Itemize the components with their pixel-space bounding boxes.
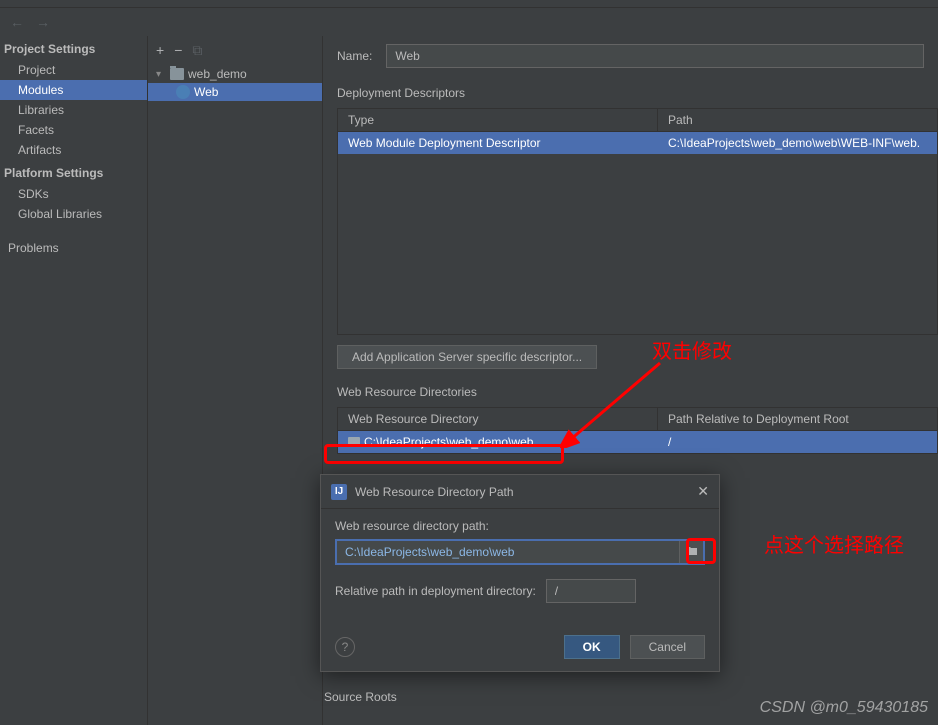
deployment-descriptors-table: Type Path Web Module Deployment Descript… — [337, 108, 938, 335]
wrd-cell-rel: / — [658, 431, 937, 453]
cancel-button[interactable]: Cancel — [630, 635, 705, 659]
sidebar-item-modules[interactable]: Modules — [0, 80, 147, 100]
wrd-table-row[interactable]: C:\IdeaProjects\web_demo\web / — [338, 431, 937, 453]
dd-header-path: Path — [658, 109, 937, 131]
close-icon[interactable]: ✕ — [697, 483, 709, 500]
project-settings-header: Project Settings — [0, 36, 147, 60]
path-input[interactable] — [337, 541, 679, 563]
tree-root-web-demo[interactable]: ▾ web_demo — [148, 65, 322, 83]
help-icon[interactable]: ? — [335, 637, 355, 657]
nav-toolbar: ← → — [0, 8, 938, 36]
sidebar-item-artifacts[interactable]: Artifacts — [0, 140, 147, 160]
sidebar-item-global-libraries[interactable]: Global Libraries — [0, 204, 147, 224]
settings-sidebar: Project Settings Project Modules Librari… — [0, 36, 148, 725]
remove-icon[interactable]: − — [174, 42, 182, 59]
name-input[interactable] — [386, 44, 924, 68]
dialog-icon: IJ — [331, 484, 347, 500]
web-resource-directories-table: Web Resource Directory Path Relative to … — [337, 407, 938, 454]
sidebar-item-project[interactable]: Project — [0, 60, 147, 80]
add-descriptor-button[interactable]: Add Application Server specific descript… — [337, 345, 597, 369]
titlebar — [0, 0, 938, 8]
tree-item-web[interactable]: Web — [148, 83, 322, 101]
module-tree-panel: + − ⧉ ▾ web_demo Web — [148, 36, 323, 725]
rel-path-input[interactable] — [546, 579, 636, 603]
folder-icon — [170, 68, 184, 80]
wrd-cell-dir: C:\IdeaProjects\web_demo\web — [338, 431, 658, 453]
tree-item-label: Web — [194, 85, 218, 99]
deployment-descriptors-label: Deployment Descriptors — [323, 80, 938, 108]
rel-path-label: Relative path in deployment directory: — [335, 584, 536, 598]
add-icon[interactable]: + — [156, 42, 164, 59]
platform-settings-header: Platform Settings — [0, 160, 147, 184]
sidebar-item-problems[interactable]: Problems — [0, 238, 147, 258]
annotation-text-1: 双击修改 — [652, 335, 732, 364]
sidebar-item-facets[interactable]: Facets — [0, 120, 147, 140]
folder-open-icon — [685, 545, 699, 560]
dd-header-type: Type — [338, 109, 658, 131]
forward-arrow[interactable]: → — [32, 14, 54, 30]
dialog-title: Web Resource Directory Path — [355, 485, 697, 499]
tree-toolbar: + − ⧉ — [148, 40, 322, 65]
dd-cell-path: C:\IdeaProjects\web_demo\web\WEB-INF\web… — [658, 132, 937, 154]
wrd-header-rel: Path Relative to Deployment Root — [658, 408, 937, 430]
tree-root-label: web_demo — [188, 67, 247, 81]
ok-button[interactable]: OK — [564, 635, 620, 659]
folder-icon — [348, 437, 360, 447]
chevron-down-icon: ▾ — [156, 69, 166, 80]
dd-table-empty — [338, 154, 937, 334]
web-icon — [176, 85, 190, 99]
dd-cell-type: Web Module Deployment Descriptor — [338, 132, 658, 154]
sidebar-item-sdks[interactable]: SDKs — [0, 184, 147, 204]
wrd-header-dir: Web Resource Directory — [338, 408, 658, 430]
back-arrow[interactable]: ← — [6, 14, 28, 30]
browse-button[interactable] — [679, 541, 703, 563]
source-roots-label: Source Roots — [324, 690, 397, 704]
dd-table-row[interactable]: Web Module Deployment Descriptor C:\Idea… — [338, 132, 937, 154]
watermark: CSDN @m0_59430185 — [760, 699, 928, 717]
path-label: Web resource directory path: — [335, 519, 705, 533]
copy-icon[interactable]: ⧉ — [192, 42, 202, 59]
web-resource-directories-label: Web Resource Directories — [323, 379, 938, 407]
name-label: Name: — [337, 49, 372, 63]
annotation-text-2: 点这个选择路径 — [764, 532, 904, 560]
web-resource-path-dialog: IJ Web Resource Directory Path ✕ Web res… — [320, 474, 720, 672]
sidebar-item-libraries[interactable]: Libraries — [0, 100, 147, 120]
